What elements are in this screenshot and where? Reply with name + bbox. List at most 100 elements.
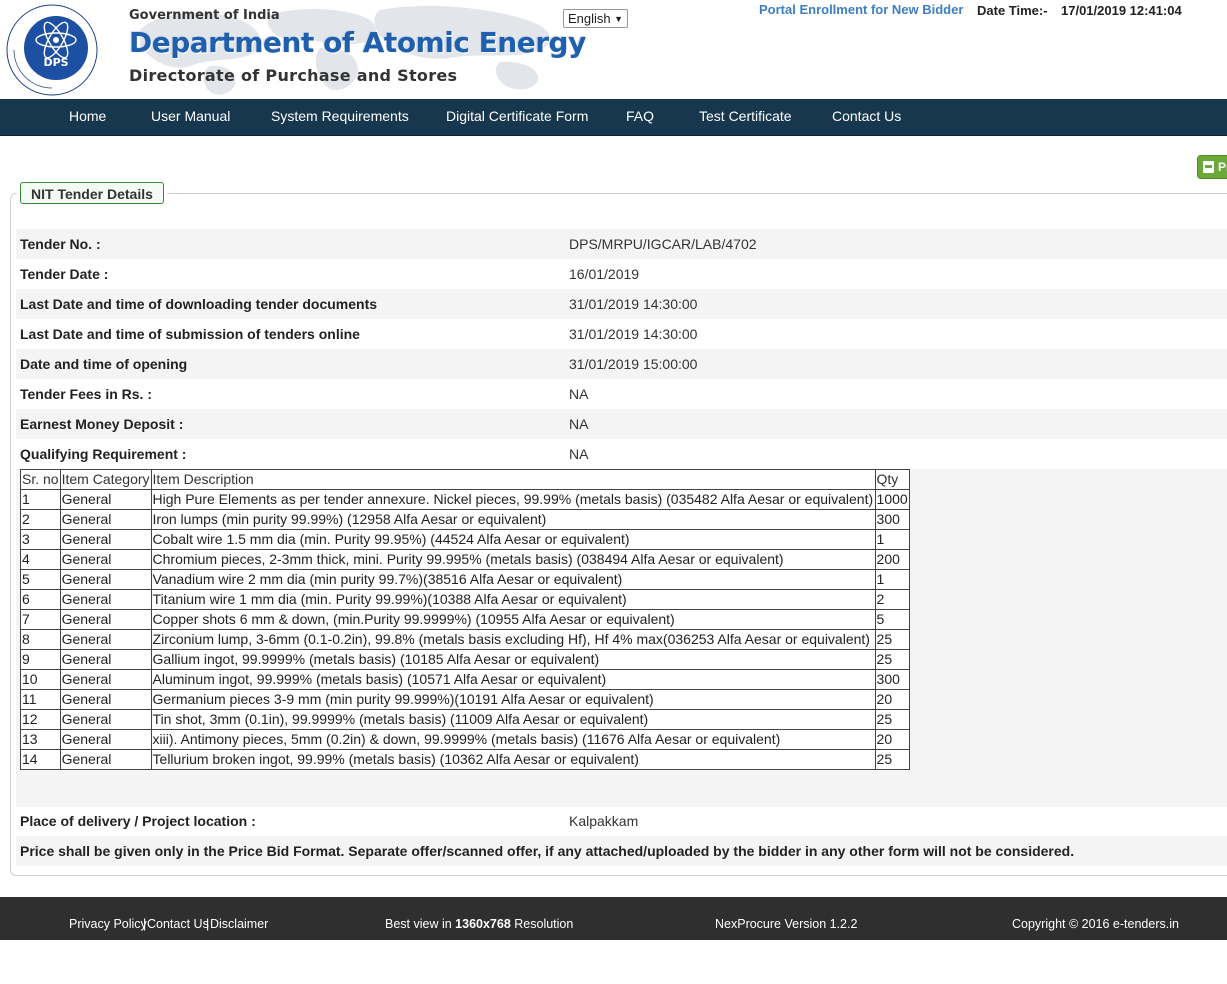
detail-value: NA <box>569 446 589 462</box>
footer-disclaimer-link[interactable]: Disclaimer <box>210 897 268 951</box>
detail-value: Kalpakkam <box>569 813 639 829</box>
cell-description: Tellurium broken ingot, 99.99% (metals b… <box>150 749 876 770</box>
nav-item-user-manual[interactable]: User Manual <box>151 99 230 135</box>
detail-value: 31/01/2019 14:30:00 <box>569 296 698 312</box>
cell-category: General <box>59 729 152 750</box>
cell-qty: 20 <box>874 729 910 750</box>
cell-sr-no: 13 <box>20 729 61 750</box>
column-header-sr-no: Sr. no <box>20 469 61 490</box>
table-header-row: Sr. no Item Category Item Description Qt… <box>20 469 910 490</box>
nav-item-system-requirements[interactable]: System Requirements <box>271 99 409 135</box>
detail-label: Earnest Money Deposit : <box>20 416 184 432</box>
datetime-label: Date Time:- <box>977 3 1048 18</box>
footer-separator: | <box>143 917 147 931</box>
svg-text:DPS: DPS <box>43 56 68 69</box>
print-button-label: Pr <box>1218 160 1227 174</box>
price-bid-note: Price shall be given only in the Price B… <box>20 843 1075 859</box>
footer-privacy-policy-link[interactable]: Privacy Policy <box>69 897 147 951</box>
detail-label: Date and time of opening <box>20 356 188 372</box>
detail-row-opening-date: Date and time of opening 31/01/2019 15:0… <box>16 349 1227 379</box>
cell-qty: 200 <box>874 549 910 570</box>
print-button[interactable]: Pr <box>1197 155 1227 179</box>
cell-category: General <box>59 649 152 670</box>
cell-category: General <box>59 749 152 770</box>
cell-description: Gallium ingot, 99.9999% (metals basis) (… <box>150 649 876 670</box>
column-header-item-category: Item Category <box>59 469 152 490</box>
cell-description: Vanadium wire 2 mm dia (min purity 99.7%… <box>150 569 876 590</box>
cell-category: General <box>59 689 152 710</box>
cell-sr-no: 4 <box>20 549 61 570</box>
language-select-value: English <box>568 11 611 26</box>
nav-item-digital-certificate-form[interactable]: Digital Certificate Form <box>446 99 588 135</box>
government-of-india-label: Government of India <box>129 8 280 23</box>
site-footer: Privacy Policy | Contact Us | Disclaimer… <box>0 897 1227 940</box>
cell-sr-no: 12 <box>20 709 61 730</box>
table-row: 6 General Titanium wire 1 mm dia (min. P… <box>20 589 910 610</box>
language-select[interactable]: English ▼ <box>563 9 628 28</box>
detail-value: 31/01/2019 14:30:00 <box>569 326 698 342</box>
column-header-item-description: Item Description <box>150 469 876 490</box>
cell-description: xiii). Antimony pieces, 5mm (0.2in) & do… <box>150 729 876 750</box>
cell-qty: 300 <box>874 669 910 690</box>
main-navigation: Home User Manual System Requirements Dig… <box>0 99 1227 136</box>
footer-best-view: Best view in 1360x768 Resolution <box>385 897 573 951</box>
detail-value: 16/01/2019 <box>569 266 640 282</box>
cell-description: Tin shot, 3mm (0.1in), 99.9999% (metals … <box>150 709 876 730</box>
detail-row-qualifying-requirement: Qualifying Requirement : NA <box>16 439 1227 469</box>
cell-sr-no: 6 <box>20 589 61 610</box>
best-view-suffix: Resolution <box>510 917 574 931</box>
cell-category: General <box>59 589 152 610</box>
detail-value: NA <box>569 386 589 402</box>
detail-value: DPS/MRPU/IGCAR/LAB/4702 <box>569 236 757 252</box>
portal-enrollment-link[interactable]: Portal Enrollment for New Bidder <box>759 2 963 17</box>
table-row: 11 General Germanium pieces 3-9 mm (min … <box>20 689 910 710</box>
cell-qty: 300 <box>874 509 910 530</box>
table-row: 5 General Vanadium wire 2 mm dia (min pu… <box>20 569 910 590</box>
nav-item-home[interactable]: Home <box>69 99 106 135</box>
cell-category: General <box>59 609 152 630</box>
cell-description: Iron lumps (min purity 99.99%) (12958 Al… <box>150 509 876 530</box>
cell-qty: 25 <box>874 749 910 770</box>
cell-category: General <box>59 569 152 590</box>
detail-row-download-deadline: Last Date and time of downloading tender… <box>16 289 1227 319</box>
detail-label: Tender Fees in Rs. : <box>20 386 152 402</box>
table-row: 8 General Zirconium lump, 3-6mm (0.1-0.2… <box>20 629 910 650</box>
table-row: 13 General xiii). Antimony pieces, 5mm (… <box>20 729 910 750</box>
cell-description: Titanium wire 1 mm dia (min. Purity 99.9… <box>150 589 876 610</box>
detail-row-tender-date: Tender Date : 16/01/2019 <box>16 259 1227 289</box>
table-row: 3 General Cobalt wire 1.5 mm dia (min. P… <box>20 529 910 550</box>
detail-row-earnest-money: Earnest Money Deposit : NA <box>16 409 1227 439</box>
panel-legend: NIT Tender Details <box>20 182 164 204</box>
table-row: 7 General Copper shots 6 mm & down, (min… <box>20 609 910 630</box>
nav-item-contact-us[interactable]: Contact Us <box>832 99 901 135</box>
cell-qty: 25 <box>874 649 910 670</box>
cell-description: High Pure Elements as per tender annexur… <box>150 489 876 510</box>
cell-description: Chromium pieces, 2-3mm thick, mini. Puri… <box>150 549 876 570</box>
cell-sr-no: 14 <box>20 749 61 770</box>
cell-category: General <box>59 549 152 570</box>
detail-value: 31/01/2019 15:00:00 <box>569 356 698 372</box>
cell-sr-no: 5 <box>20 569 61 590</box>
cell-description: Zirconium lump, 3-6mm (0.1-0.2in), 99.8%… <box>150 629 876 650</box>
cell-category: General <box>59 709 152 730</box>
cell-sr-no: 2 <box>20 509 61 530</box>
nav-item-faq[interactable]: FAQ <box>626 99 654 135</box>
detail-label: Tender No. : <box>20 236 101 252</box>
footer-version: NexProcure Version 1.2.2 <box>715 917 858 931</box>
dropdown-arrow-icon: ▼ <box>614 13 623 24</box>
cell-qty: 20 <box>874 689 910 710</box>
footer-contact-us-link[interactable]: Contact Us <box>147 897 209 951</box>
cell-qty: 1 <box>874 529 910 550</box>
nav-item-test-certificate[interactable]: Test Certificate <box>699 99 792 135</box>
cell-sr-no: 1 <box>20 489 61 510</box>
site-header: DPS Government of India Department of At… <box>0 0 1227 99</box>
detail-label: Last Date and time of downloading tender… <box>20 296 378 312</box>
dps-emblem-logo: DPS <box>6 4 98 96</box>
detail-label: Qualifying Requirement : <box>20 446 187 462</box>
cell-qty: 2 <box>874 589 910 610</box>
cell-qty: 25 <box>874 709 910 730</box>
detail-label: Tender Date : <box>20 266 109 282</box>
datetime-value: 17/01/2019 12:41:04 <box>1061 3 1182 18</box>
department-title: Department of Atomic Energy <box>129 26 586 59</box>
detail-label: Place of delivery / Project location : <box>20 813 256 829</box>
